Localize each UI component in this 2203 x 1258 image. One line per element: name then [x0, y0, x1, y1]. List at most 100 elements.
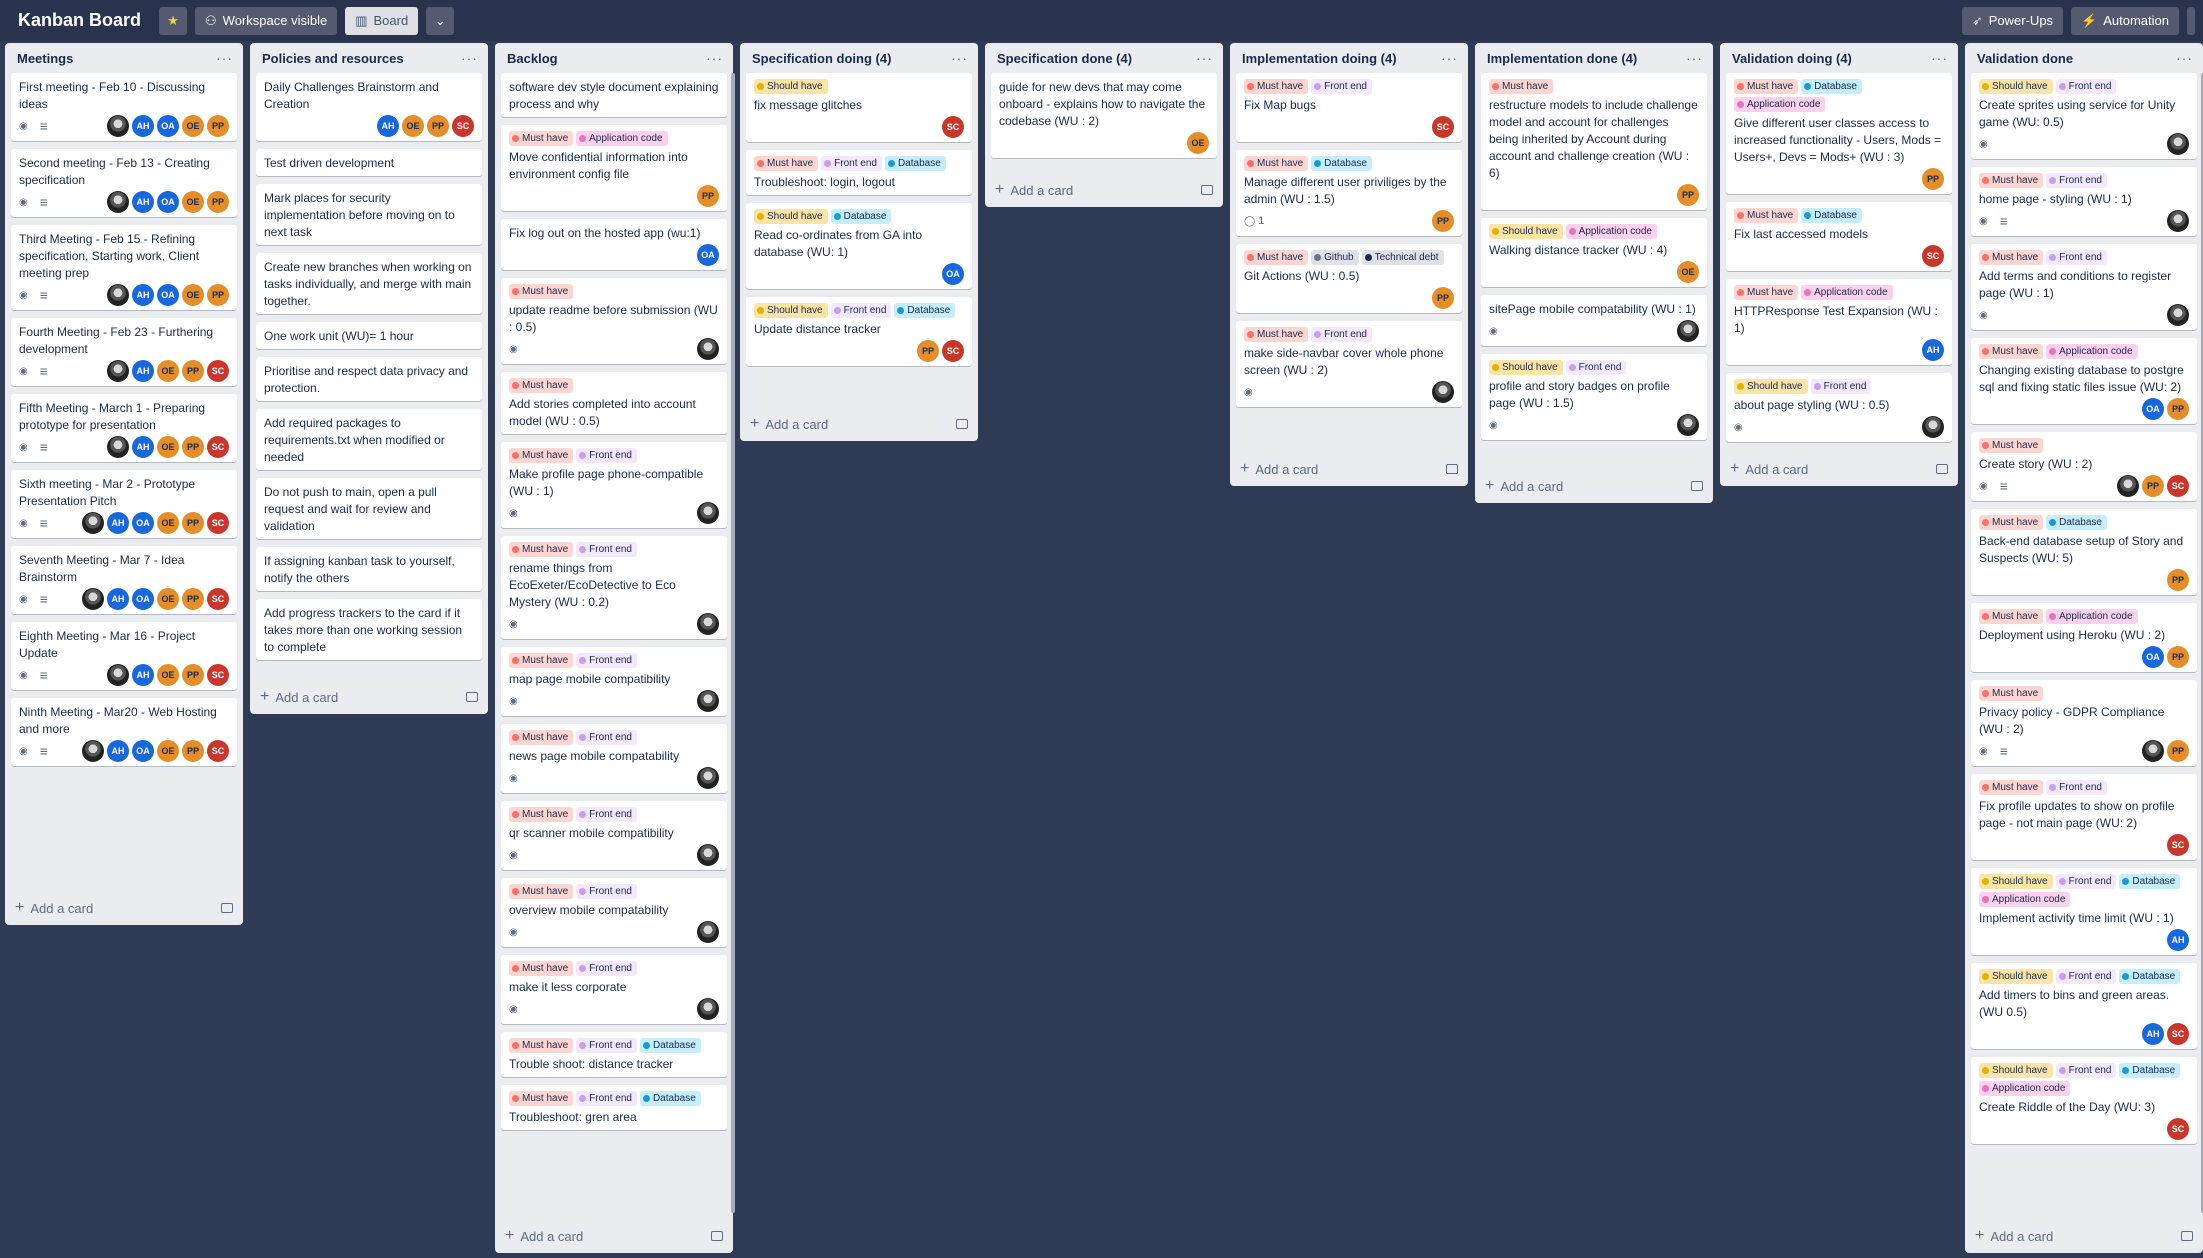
member-avatar[interactable]	[82, 512, 104, 534]
card[interactable]: Must have Github Technical debt Git Actions…	[1236, 244, 1462, 313]
card[interactable]: Must have Front end Database Troubleshoot: …	[746, 150, 972, 195]
member-avatar[interactable]: PP	[207, 284, 229, 306]
label-application-code[interactable]: Application code	[1734, 97, 1826, 112]
label-should-have[interactable]: Should have	[1979, 1063, 2053, 1078]
member-avatar[interactable]: OE	[182, 284, 204, 306]
card[interactable]: guide for new devs that may come onboard…	[991, 73, 1217, 158]
card[interactable]: Must have Database Manage different user p…	[1236, 150, 1462, 236]
member-avatar[interactable]: SC	[2167, 475, 2189, 497]
card[interactable]: Fix log out on the hosted app (wu:1) OA	[501, 219, 727, 270]
card[interactable]: Must have Create story (WU : 2) ◉ ≡ PP SC	[1971, 432, 2197, 501]
member-avatar[interactable]: OE	[182, 191, 204, 213]
card[interactable]: Should have Front end profile and story ba…	[1481, 354, 1707, 440]
card[interactable]: Mark places for security implementation …	[256, 184, 482, 245]
label-application-code[interactable]: Application code	[1565, 224, 1657, 239]
more-icon[interactable]: ···	[1196, 50, 1213, 66]
label-must-have[interactable]: Must have	[509, 807, 574, 822]
label-database[interactable]: Database	[1801, 208, 1862, 223]
member-avatar[interactable]: PP	[207, 115, 229, 137]
card[interactable]: Must have Add stories completed into acco…	[501, 372, 727, 434]
member-avatar[interactable]: PP	[2167, 646, 2189, 668]
card[interactable]: Must have Front end make side-navbar cover…	[1236, 321, 1462, 407]
member-avatar[interactable]	[1677, 414, 1699, 436]
card[interactable]: Prioritise and respect data privacy and …	[256, 357, 482, 401]
member-avatar[interactable]: AH	[107, 512, 129, 534]
member-avatar[interactable]	[2167, 210, 2189, 232]
member-avatar[interactable]: PP	[207, 191, 229, 213]
label-should-have[interactable]: Should have	[754, 209, 828, 224]
member-avatar[interactable]: OE	[157, 436, 179, 458]
member-avatar[interactable]: SC	[942, 340, 964, 362]
label-front-end[interactable]: Front end	[576, 542, 637, 557]
label-must-have[interactable]: Must have	[509, 378, 574, 393]
label-front-end[interactable]: Front end	[1311, 327, 1372, 342]
label-must-have[interactable]: Must have	[1244, 156, 1309, 171]
member-avatar[interactable]: SC	[2167, 1118, 2189, 1140]
member-avatar[interactable]: PP	[1432, 210, 1454, 232]
label-front-end[interactable]: Front end	[576, 1038, 637, 1053]
member-avatar[interactable]: PP	[182, 360, 204, 382]
label-must-have[interactable]: Must have	[509, 131, 574, 146]
member-avatar[interactable]	[2167, 133, 2189, 155]
member-avatar[interactable]: PP	[182, 588, 204, 610]
label-must-have[interactable]: Must have	[1979, 780, 2044, 795]
member-avatar[interactable]: SC	[207, 588, 229, 610]
card[interactable]: Eighth Meeting - Mar 16 - Project Update…	[11, 622, 237, 690]
label-front-end[interactable]: Front end	[830, 303, 892, 318]
label-must-have[interactable]: Must have	[509, 730, 574, 745]
member-avatar[interactable]: AH	[377, 115, 399, 137]
label-front-end[interactable]: Front end	[1810, 379, 1872, 394]
more-icon[interactable]: ···	[706, 50, 723, 66]
more-icon[interactable]: ···	[216, 50, 233, 66]
label-must-have[interactable]: Must have	[1244, 327, 1309, 342]
add-card-button[interactable]: + Add a card	[1481, 469, 1707, 503]
list-title[interactable]: Specification doing (4)	[752, 51, 891, 66]
label-front-end[interactable]: Front end	[2055, 969, 2117, 984]
member-avatar[interactable]	[107, 360, 129, 382]
add-card-button[interactable]: + Add a card	[1726, 452, 1952, 486]
member-avatar[interactable]: OE	[157, 360, 179, 382]
member-avatar[interactable]	[107, 664, 129, 686]
member-avatar[interactable]: OA	[132, 588, 154, 610]
card[interactable]: Must have Database Application code Give di…	[1726, 73, 1952, 194]
star-button[interactable]: ★	[159, 6, 188, 35]
list-title[interactable]: Implementation done (4)	[1487, 51, 1637, 66]
member-avatar[interactable]	[107, 191, 129, 213]
member-avatar[interactable]	[2117, 475, 2139, 497]
card[interactable]: Should have Front end Database Add timers t…	[1971, 963, 2197, 1049]
label-should-have[interactable]: Should have	[754, 303, 828, 318]
label-must-have[interactable]: Must have	[509, 1038, 574, 1053]
member-avatar[interactable]	[107, 436, 129, 458]
card[interactable]: Add required packages to requirements.tx…	[256, 409, 482, 470]
member-avatar[interactable]: SC	[207, 436, 229, 458]
list-scrollbar[interactable]	[731, 73, 735, 1213]
label-should-have[interactable]: Should have	[1734, 379, 1808, 394]
member-avatar[interactable]: AH	[132, 284, 154, 306]
card[interactable]: Must have Front end map page mobile compat…	[501, 647, 727, 716]
list-title[interactable]: Backlog	[507, 51, 558, 66]
visibility-button[interactable]: ⚇ Workspace visible	[195, 6, 338, 35]
member-avatar[interactable]	[697, 338, 719, 360]
member-avatar[interactable]	[2167, 304, 2189, 326]
label-front-end[interactable]: Front end	[576, 1091, 637, 1106]
label-database[interactable]: Database	[639, 1091, 701, 1106]
member-avatar[interactable]: PP	[427, 115, 449, 137]
member-avatar[interactable]: OA	[2142, 398, 2164, 420]
label-database[interactable]: Database	[894, 303, 956, 318]
label-should-have[interactable]: Should have	[1979, 79, 2053, 94]
label-database[interactable]: Database	[1801, 79, 1862, 94]
member-avatar[interactable]: PP	[182, 512, 204, 534]
list-title[interactable]: Meetings	[17, 51, 73, 66]
card[interactable]: Must have Application code Changing existi…	[1971, 338, 2197, 424]
label-front-end[interactable]: Front end	[2046, 173, 2107, 188]
member-avatar[interactable]: AH	[132, 115, 154, 137]
label-must-have[interactable]: Must have	[1489, 79, 1554, 94]
board-view-button[interactable]: ▥ Board	[345, 6, 419, 35]
member-avatar[interactable]: PP	[182, 436, 204, 458]
label-must-have[interactable]: Must have	[754, 156, 819, 171]
member-avatar[interactable]: PP	[1677, 184, 1699, 206]
card[interactable]: Must have Application code HTTPResponse Te…	[1726, 279, 1952, 365]
label-must-have[interactable]: Must have	[509, 653, 574, 668]
power-ups-button[interactable]: ➶ Power-Ups	[1961, 6, 2064, 35]
card[interactable]: Must have Front end make it less corporate…	[501, 955, 727, 1024]
